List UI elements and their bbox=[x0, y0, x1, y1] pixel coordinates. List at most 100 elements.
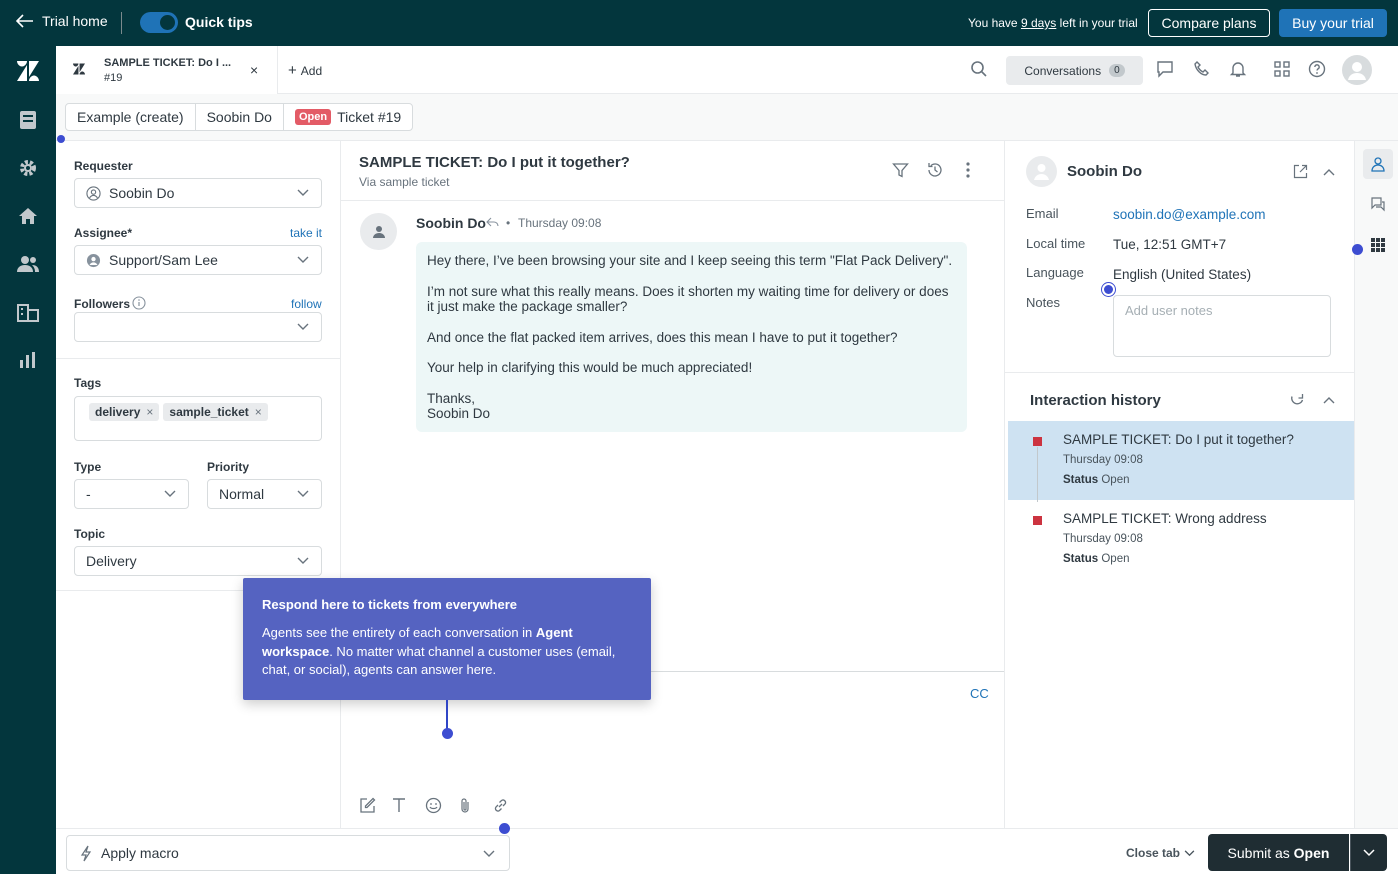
quick-tips-label: Quick tips bbox=[185, 14, 253, 30]
bell-icon[interactable] bbox=[1229, 60, 1249, 80]
divider bbox=[121, 12, 122, 34]
home-icon[interactable] bbox=[16, 204, 40, 228]
hotspot-dot bbox=[442, 728, 453, 739]
compose-icon[interactable] bbox=[359, 797, 379, 817]
interaction-status: Status Open bbox=[1063, 553, 1130, 565]
chevron-down-icon bbox=[483, 850, 495, 857]
trial-home-link[interactable]: Trial home bbox=[16, 13, 108, 29]
message-avatar bbox=[360, 213, 397, 250]
tooltip-title: Respond here to tickets from everywhere bbox=[262, 597, 518, 612]
customer-name[interactable]: Soobin Do bbox=[1067, 163, 1142, 180]
emoji-icon[interactable] bbox=[425, 797, 445, 817]
chat-icon[interactable] bbox=[1156, 60, 1176, 80]
cc-button[interactable]: CC bbox=[970, 686, 989, 701]
topic-label: Topic bbox=[74, 527, 106, 541]
remove-tag-icon[interactable]: × bbox=[146, 405, 153, 419]
notes-label: Notes bbox=[1026, 295, 1060, 310]
separator-dot: • bbox=[506, 216, 511, 230]
type-value: - bbox=[86, 486, 91, 502]
ticket-subject: SAMPLE TICKET: Do I put it together? bbox=[359, 154, 630, 171]
requester-select[interactable]: Soobin Do bbox=[74, 178, 322, 208]
followers-select[interactable] bbox=[74, 312, 322, 342]
close-tab-button[interactable]: Close tab bbox=[1126, 846, 1195, 860]
interaction-history-item[interactable]: SAMPLE TICKET: Do I put it together? Thu… bbox=[1008, 421, 1354, 502]
requester-value: Soobin Do bbox=[109, 185, 175, 201]
submit-options-button[interactable] bbox=[1350, 834, 1387, 871]
status-badge: Open bbox=[294, 109, 332, 125]
message-paragraph: I’m not sure what this really means. Doe… bbox=[427, 283, 949, 315]
knowledge-icon[interactable] bbox=[1363, 189, 1393, 219]
products-icon[interactable] bbox=[1273, 60, 1293, 80]
users-icon[interactable] bbox=[16, 252, 40, 276]
link-icon[interactable] bbox=[492, 797, 512, 817]
topic-select[interactable]: Delivery bbox=[74, 546, 322, 576]
history-icon[interactable] bbox=[926, 161, 944, 179]
compare-plans-button[interactable]: Compare plans bbox=[1148, 9, 1270, 37]
requester-label: Requester bbox=[74, 159, 133, 173]
info-icon[interactable] bbox=[132, 296, 146, 310]
close-icon[interactable]: × bbox=[250, 62, 258, 78]
follow-link[interactable]: follow bbox=[291, 297, 322, 311]
divider bbox=[56, 358, 341, 359]
ticket-icon bbox=[72, 63, 86, 75]
interaction-history-title: Interaction history bbox=[1030, 392, 1161, 409]
priority-select[interactable]: Normal bbox=[207, 479, 322, 509]
take-it-link[interactable]: take it bbox=[290, 226, 322, 240]
tag-chip[interactable]: sample_ticket × bbox=[163, 403, 268, 421]
message-paragraph: And once the flat packed item arrives, d… bbox=[427, 329, 898, 345]
open-external-icon[interactable] bbox=[1293, 164, 1308, 179]
apps-icon[interactable] bbox=[1363, 230, 1393, 260]
tags-input[interactable]: delivery × sample_ticket × bbox=[74, 396, 322, 441]
reporting-icon[interactable] bbox=[16, 348, 40, 372]
type-label: Type bbox=[74, 460, 102, 474]
customer-context-panel: Soobin Do Email soobin.do@example.com Lo… bbox=[1004, 141, 1355, 828]
chevron-down-icon bbox=[297, 557, 309, 564]
attachment-icon[interactable] bbox=[459, 797, 479, 817]
zendesk-logo-icon[interactable] bbox=[16, 59, 40, 83]
chevron-down-icon bbox=[297, 189, 309, 196]
conversations-button[interactable]: Conversations 0 bbox=[1006, 56, 1143, 85]
customer-context-icon[interactable] bbox=[1363, 149, 1393, 179]
ticket-footer: Apply macro Close tab Submit as Open bbox=[56, 823, 1398, 874]
interaction-history-item[interactable]: SAMPLE TICKET: Wrong address Thursday 09… bbox=[1008, 500, 1354, 579]
search-icon[interactable] bbox=[970, 60, 990, 80]
chevron-up-icon[interactable] bbox=[1323, 396, 1335, 404]
user-avatar[interactable] bbox=[1342, 55, 1372, 85]
assignee-label: Assignee* bbox=[74, 226, 133, 240]
submit-button[interactable]: Submit as Open bbox=[1208, 834, 1349, 871]
type-select[interactable]: - bbox=[74, 479, 189, 509]
breadcrumb-ticket[interactable]: Open Ticket #19 bbox=[284, 104, 412, 130]
phone-icon[interactable] bbox=[1193, 60, 1213, 80]
timeline-line bbox=[1037, 447, 1038, 502]
help-icon[interactable] bbox=[1308, 60, 1328, 80]
breadcrumb-requester[interactable]: Soobin Do bbox=[196, 104, 284, 130]
refresh-icon[interactable] bbox=[1289, 392, 1305, 408]
tag-chip[interactable]: delivery × bbox=[89, 403, 160, 421]
organizations-icon[interactable] bbox=[16, 300, 40, 324]
gear-icon[interactable] bbox=[16, 156, 40, 180]
tooltip-pointer bbox=[446, 700, 448, 730]
user-notes-field[interactable]: Add user notes bbox=[1113, 295, 1331, 357]
tags-label: Tags bbox=[74, 376, 102, 390]
filter-icon[interactable] bbox=[892, 162, 909, 179]
tab-ticket-19[interactable]: SAMPLE TICKET: Do I ... #19 × bbox=[56, 46, 278, 94]
chevron-up-icon[interactable] bbox=[1323, 168, 1335, 176]
remove-tag-icon[interactable]: × bbox=[255, 405, 262, 419]
views-icon[interactable] bbox=[16, 108, 40, 132]
quick-tips-toggle[interactable] bbox=[140, 12, 178, 33]
message-paragraph: Your help in clarifying this would be mu… bbox=[427, 360, 753, 375]
assignee-select[interactable]: Support/Sam Lee bbox=[74, 245, 322, 275]
text-format-icon[interactable] bbox=[392, 797, 412, 817]
email-link[interactable]: soobin.do@example.com bbox=[1113, 207, 1266, 222]
tab-bar: SAMPLE TICKET: Do I ... #19 × + Add Conv… bbox=[56, 46, 1398, 94]
trial-days-link[interactable]: 9 days bbox=[1021, 16, 1056, 30]
add-tab-button[interactable]: + Add bbox=[288, 62, 322, 79]
topic-value: Delivery bbox=[86, 553, 137, 569]
chevron-down-icon bbox=[1184, 849, 1195, 856]
more-options-icon[interactable] bbox=[965, 161, 971, 179]
buy-trial-button[interactable]: Buy your trial bbox=[1279, 9, 1387, 37]
tab-ticket-number: #19 bbox=[104, 72, 123, 84]
breadcrumb-organization[interactable]: Example (create) bbox=[66, 104, 196, 130]
apply-macro-select[interactable]: Apply macro bbox=[66, 835, 510, 871]
message-author[interactable]: Soobin Do bbox=[416, 215, 486, 231]
